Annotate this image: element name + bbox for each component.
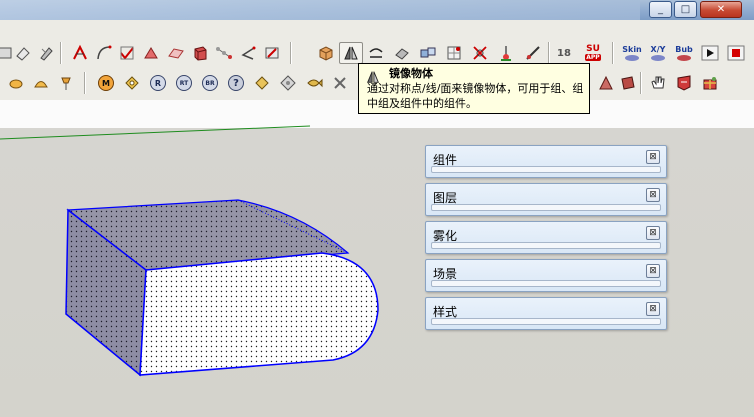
- xy-button[interactable]: X/Y: [646, 42, 670, 64]
- tray-components[interactable]: 组件 ⊠: [425, 145, 667, 178]
- path-dots-icon[interactable]: [214, 43, 234, 63]
- shape-tool-icon[interactable]: [141, 43, 161, 63]
- tray-fog-bar: [431, 242, 661, 249]
- eighteen-label: 18: [557, 47, 571, 59]
- label-tag-icon[interactable]: [252, 73, 272, 93]
- box-red-icon[interactable]: [190, 43, 210, 63]
- stop-icon[interactable]: [726, 43, 746, 63]
- toolbar-separator: [612, 42, 614, 64]
- tray-fog[interactable]: 雾化 ⊠: [425, 221, 667, 254]
- bub-label: Bub: [675, 44, 693, 54]
- circle-m-label: M: [102, 78, 110, 88]
- eraser-icon[interactable]: [13, 43, 33, 63]
- tray-scenes[interactable]: 场景 ⊠: [425, 259, 667, 292]
- help-button[interactable]: ?: [226, 73, 246, 93]
- shield-red-icon[interactable]: [674, 73, 694, 93]
- align-boxes-icon[interactable]: [418, 43, 438, 63]
- dome-icon[interactable]: [31, 73, 51, 93]
- fish-tool-icon[interactable]: [304, 73, 324, 93]
- bub-button[interactable]: Bub: [672, 42, 696, 64]
- angle-tool-icon[interactable]: [238, 43, 258, 63]
- tray-layers[interactable]: 图层 ⊠: [425, 183, 667, 216]
- su-app-sublabel: APP: [585, 54, 601, 61]
- titlebar-background: [0, 0, 640, 20]
- crosshair-red-icon[interactable]: [470, 43, 490, 63]
- pin-red-icon[interactable]: [496, 43, 516, 63]
- su-app-label: SU: [586, 44, 600, 54]
- grid-box-icon[interactable]: [444, 43, 464, 63]
- edit-red-icon[interactable]: [262, 43, 282, 63]
- diamond-gray-icon[interactable]: [278, 73, 298, 93]
- orbit-icon[interactable]: [6, 73, 26, 93]
- minimize-button[interactable]: _: [649, 1, 672, 18]
- paint-tool-icon[interactable]: [36, 43, 56, 63]
- tray-layers-close-icon[interactable]: ⊠: [646, 188, 660, 202]
- circle-rt-label: RT: [179, 79, 189, 87]
- mirror-object-icon[interactable]: [339, 42, 363, 64]
- skin-label: Skin: [622, 44, 642, 54]
- tray-components-close-icon[interactable]: ⊠: [646, 150, 660, 164]
- green-axis-line: [0, 125, 311, 140]
- circle-m-button[interactable]: M: [96, 73, 116, 93]
- tray-fog-close-icon[interactable]: ⊠: [646, 226, 660, 240]
- tooltip-description: 通过对称点/线/面来镜像物体，可用于组、组中组及组件中的组件。: [367, 82, 584, 110]
- toolbar-separator: [84, 72, 86, 94]
- toolbar-separator: [640, 72, 642, 94]
- tray-scenes-bar: [431, 280, 661, 287]
- mirror-object-tooltip: 镜像物体 通过对称点/线/面来镜像物体，可用于组、组中组及组件中的组件。: [358, 63, 590, 114]
- skin-button[interactable]: Skin: [620, 42, 644, 64]
- check-curve-icon[interactable]: [117, 43, 137, 63]
- close-button[interactable]: ✕: [700, 1, 742, 18]
- pin-orange-icon[interactable]: [56, 73, 76, 93]
- tray-styles[interactable]: 样式 ⊠: [425, 297, 667, 330]
- play-icon[interactable]: [700, 43, 720, 63]
- surface-tool-icon[interactable]: [166, 43, 186, 63]
- tray-layers-bar: [431, 204, 661, 211]
- maximize-button[interactable]: □: [674, 1, 697, 18]
- eraser-block-icon[interactable]: [392, 43, 412, 63]
- window-titlebar: _ □ ✕: [0, 0, 754, 20]
- tray-styles-bar: [431, 318, 661, 325]
- circle-r-button[interactable]: R: [148, 73, 168, 93]
- slash-tool-icon[interactable]: [523, 43, 543, 63]
- tray-scenes-close-icon[interactable]: ⊠: [646, 264, 660, 278]
- su-app-button[interactable]: SU APP: [582, 42, 604, 64]
- curve-tool-icon[interactable]: [94, 43, 114, 63]
- arc-line-icon[interactable]: [366, 43, 386, 63]
- triangle-red-icon[interactable]: [596, 73, 616, 93]
- xy-label: X/Y: [650, 44, 666, 54]
- toolbar-separator: [290, 42, 292, 64]
- eighteen-button[interactable]: 18: [554, 43, 574, 63]
- hand-tool-icon[interactable]: [648, 73, 668, 93]
- mirror-object-tooltip-icon: [367, 71, 379, 83]
- stamp-red-icon[interactable]: [618, 73, 638, 93]
- toolbar-separator: [60, 42, 62, 64]
- component-box-icon[interactable]: [316, 43, 336, 63]
- toolbar-row-1: 18 SU APP Skin X/Y Bub: [0, 20, 754, 67]
- toolbar-separator: [548, 42, 550, 64]
- circle-br-label: BR: [205, 79, 215, 87]
- modeling-viewport[interactable]: 组件 ⊠ 图层 ⊠ 雾化 ⊠ 场景 ⊠ 样式 ⊠: [0, 100, 754, 417]
- gift-icon[interactable]: [700, 73, 720, 93]
- circle-rt-button[interactable]: RT: [174, 73, 194, 93]
- model-front-face: [139, 252, 379, 376]
- tray-styles-close-icon[interactable]: ⊠: [646, 302, 660, 316]
- tag-tool-icon[interactable]: [122, 73, 142, 93]
- follow-me-red-icon[interactable]: [70, 43, 90, 63]
- tray-components-bar: [431, 166, 661, 173]
- circle-r-label: R: [154, 78, 162, 88]
- circle-br-button[interactable]: BR: [200, 73, 220, 93]
- help-label: ?: [233, 77, 239, 89]
- tooltip-title: 镜像物体: [389, 67, 433, 80]
